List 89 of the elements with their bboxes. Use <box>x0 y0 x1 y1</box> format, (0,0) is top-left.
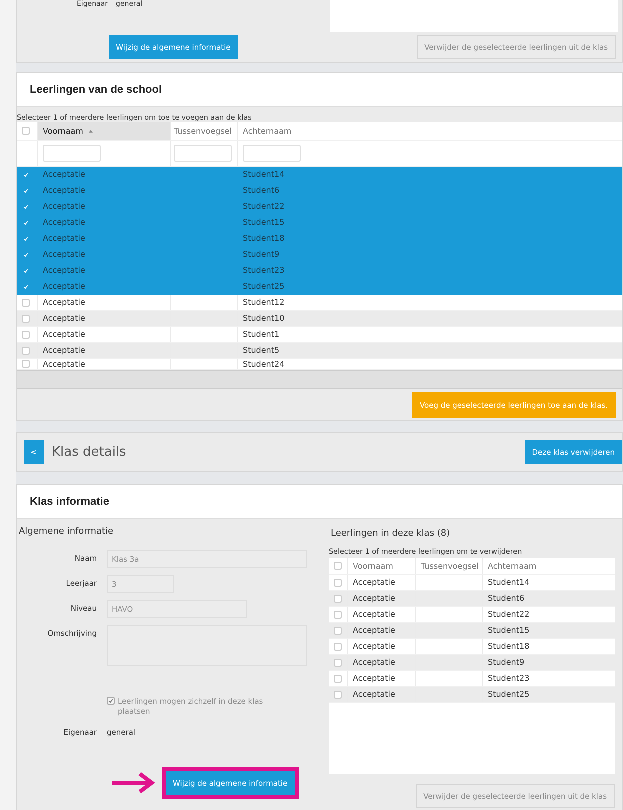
table-cell-text: Student22 <box>242 201 286 213</box>
table-cell: Acceptatie <box>38 215 171 230</box>
table-row[interactable]: Acceptatie Student15 <box>17 215 622 231</box>
checkbox[interactable] <box>334 610 342 618</box>
table-row[interactable]: Acceptatie Student15 <box>329 623 615 639</box>
column-header[interactable]: Tussenvoegsel <box>171 122 238 140</box>
table-cell-text: Student25 <box>242 281 286 293</box>
checkbox[interactable] <box>22 330 30 338</box>
section-title: Algemene informatie <box>18 526 115 537</box>
table-row[interactable]: Acceptatie Student10 <box>17 311 622 327</box>
table-cell: Acceptatie <box>38 263 171 278</box>
filter-field[interactable] <box>174 145 232 162</box>
table-row[interactable]: Acceptatie Student25 <box>329 687 615 703</box>
table-cell: Acceptatie <box>348 607 416 622</box>
table-row[interactable]: Acceptatie Student6 <box>17 183 622 199</box>
checkbox[interactable] <box>334 642 342 650</box>
table-cell-text: Student14 <box>487 577 531 589</box>
column-header[interactable]: Achternaam <box>483 558 615 574</box>
table-cell-text: Student14 <box>242 169 286 181</box>
checkbox[interactable] <box>22 314 30 322</box>
checkbox[interactable] <box>334 578 342 586</box>
button[interactable]: < <box>24 440 44 464</box>
column-header[interactable]: Achternaam <box>238 122 622 140</box>
table-cell-text: Student15 <box>487 625 531 637</box>
table-cell: Acceptatie <box>38 295 171 310</box>
table-cell: Acceptatie <box>348 671 416 686</box>
table-cell-text: Student12 <box>242 297 286 309</box>
table-cell: Acceptatie <box>38 327 171 342</box>
table-cell: Acceptatie <box>348 639 416 654</box>
table-cell-text: Student22 <box>487 609 531 621</box>
table-cell-text: Student24 <box>242 359 286 369</box>
checkbox[interactable] <box>334 690 342 698</box>
table-row[interactable]: Acceptatie Student6 <box>329 591 615 607</box>
table-row[interactable]: Acceptatie Student14 <box>17 167 622 183</box>
table-cell: Acceptatie <box>38 183 171 198</box>
checkbox[interactable] <box>22 360 30 368</box>
table-cell-text: Student1 <box>242 329 281 341</box>
checkbox[interactable] <box>334 626 342 634</box>
checkbox[interactable] <box>22 127 30 135</box>
table-cell: Acceptatie <box>38 311 171 326</box>
table-cell: Acceptatie <box>348 687 416 702</box>
table-cell-text: Student23 <box>242 265 286 277</box>
checkbox[interactable] <box>22 298 30 306</box>
table-cell-text: Student6 <box>242 185 281 197</box>
table-cell: Acceptatie <box>348 655 416 670</box>
arrow-icon <box>110 771 158 795</box>
panel-title: Leerlingen van de school <box>30 84 162 96</box>
table-cell: Acceptatie <box>38 199 171 214</box>
scrollbar[interactable] <box>17 370 622 389</box>
table-cell-text: Student25 <box>487 689 531 701</box>
table-cell-text: Student23 <box>487 673 531 685</box>
filter-field[interactable] <box>43 145 101 162</box>
table-cell-text: Student9 <box>487 657 526 669</box>
table-cell-text: Student6 <box>487 593 526 605</box>
table-cell: Acceptatie <box>38 343 171 358</box>
table-cell: Acceptatie <box>38 231 171 246</box>
table-cell: Acceptatie <box>38 359 171 369</box>
table-row[interactable]: Acceptatie Student18 <box>17 231 622 247</box>
checkbox[interactable] <box>334 658 342 666</box>
section-title: Leerlingen in deze klas (8) <box>330 528 452 539</box>
column-header[interactable]: Tussenvoegsel <box>416 558 483 574</box>
table-cell-text: Student15 <box>242 217 286 229</box>
table-row[interactable]: Acceptatie Student9 <box>17 247 622 263</box>
table-cell-text: Student18 <box>487 641 531 653</box>
page-title: Klas details <box>52 444 126 460</box>
table-row[interactable]: Acceptatie Student9 <box>329 655 615 671</box>
sort-icon <box>89 130 94 132</box>
table-row[interactable]: Acceptatie Student22 <box>17 199 622 215</box>
checkbox[interactable] <box>22 346 30 354</box>
column-header[interactable]: Voornaam <box>348 558 416 574</box>
table-cell: Acceptatie <box>38 279 171 294</box>
checkbox[interactable] <box>334 562 342 570</box>
table-cell: Acceptatie <box>348 623 416 638</box>
table-cell: Acceptatie <box>348 575 416 590</box>
column-header[interactable]: Voornaam <box>38 122 171 140</box>
table-cell-text: Student9 <box>242 249 281 261</box>
table-cell: Acceptatie <box>38 167 171 182</box>
panel-title: Klas informatie <box>30 496 110 508</box>
table-row[interactable]: Acceptatie Student5 <box>17 343 622 359</box>
checkbox[interactable] <box>334 674 342 682</box>
table-row[interactable]: Acceptatie Student23 <box>17 263 622 279</box>
table-cell-text: Student18 <box>242 233 286 245</box>
checkbox[interactable] <box>334 594 342 602</box>
table-row[interactable]: Acceptatie Student25 <box>17 279 622 295</box>
table-cell: Acceptatie <box>348 591 416 606</box>
filter-field[interactable] <box>243 145 301 162</box>
table-cell: Acceptatie <box>38 247 171 262</box>
table-cell-text: Student5 <box>242 345 281 357</box>
table-cell-text: Student10 <box>242 313 286 325</box>
